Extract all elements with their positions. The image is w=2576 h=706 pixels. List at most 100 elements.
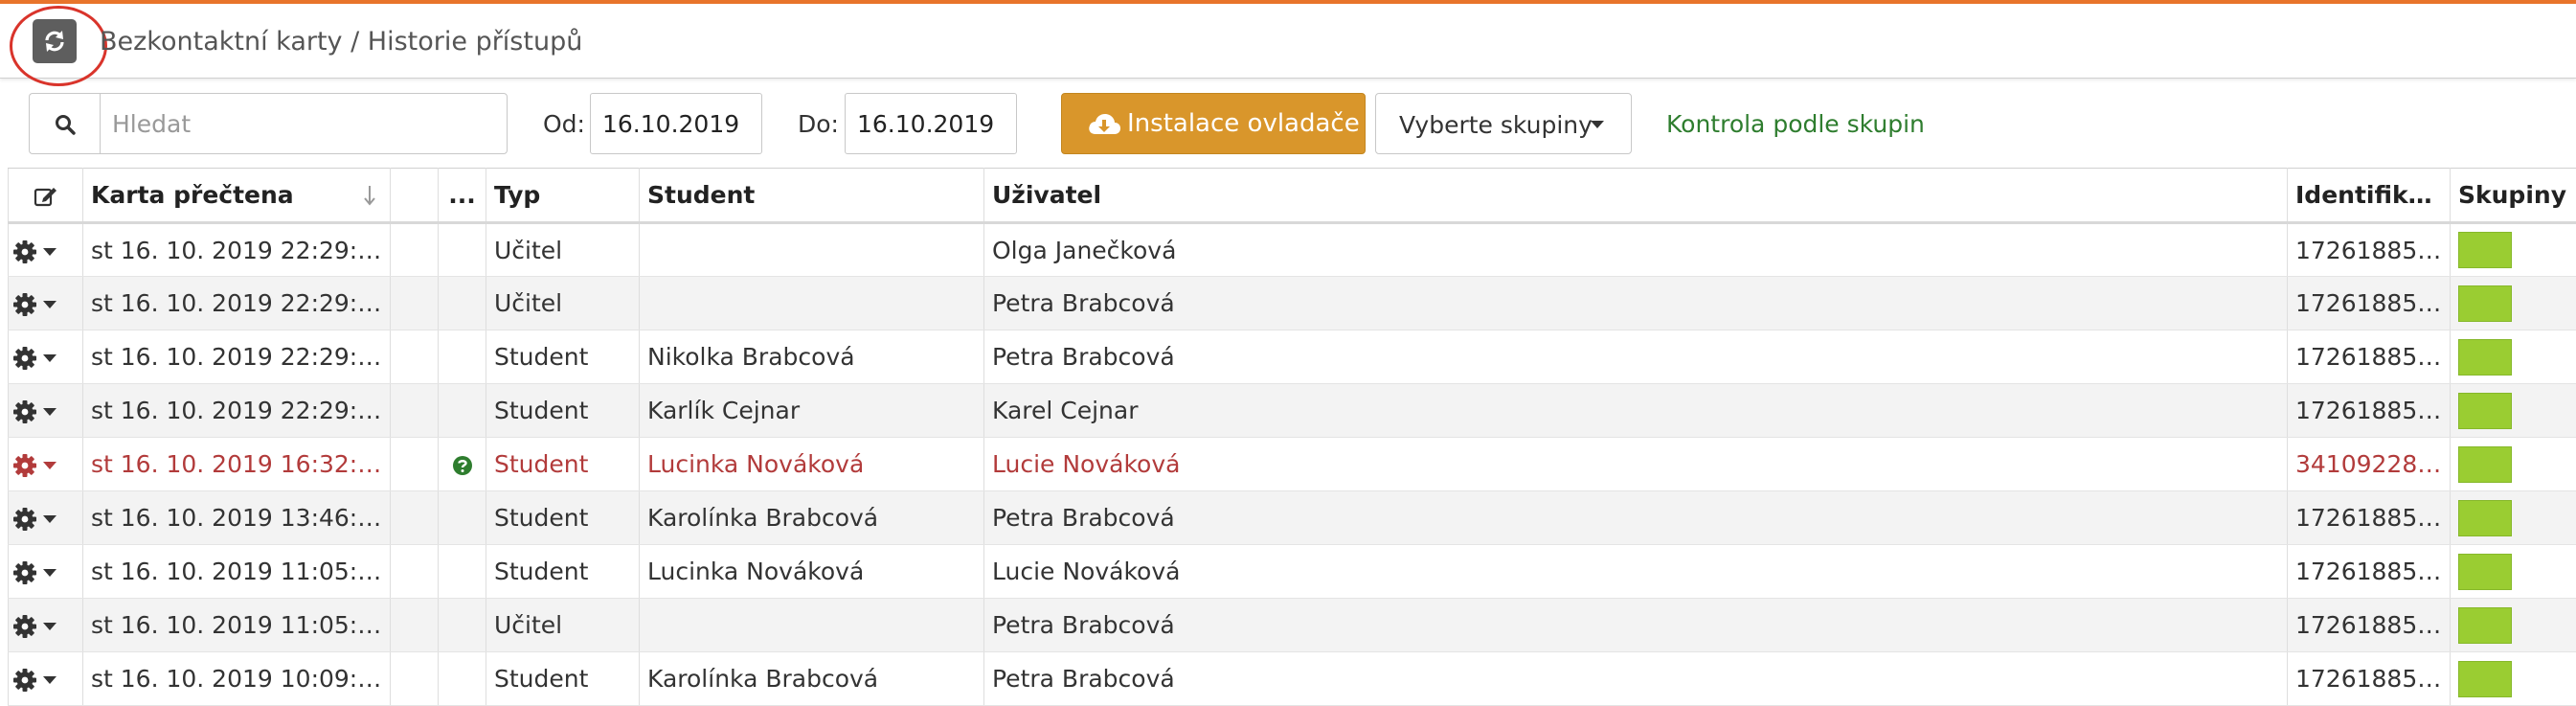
filter-toolbar: Od: Do: Instalace ovladače Vyberte skupi… [0,80,2576,168]
cell-ident: 1726188572 [2288,330,2451,384]
row-action-menu[interactable] [9,652,83,706]
group-select-dropdown[interactable]: Vyberte skupiny [1375,93,1632,154]
cell-ident: 1726188572 [2288,545,2451,599]
table-row[interactable]: st 16. 10. 2019 10:09:48 StudentKarolínka… [9,652,2576,706]
table-row[interactable]: st 16. 10. 2019 22:29:11UčitelPetra Brab… [9,277,2576,330]
cell-groups [2451,599,2576,652]
caret-down-icon [43,569,56,577]
cell-groups [2451,277,2576,330]
question-circle-icon[interactable] [452,455,473,476]
header-more[interactable]: ... [439,169,486,223]
cell-more [439,545,486,599]
table-row[interactable]: st 16. 10. 2019 13:46:32StudentKarolínka… [9,491,2576,545]
cell-student [640,599,984,652]
caret-down-icon [43,408,56,416]
cell-groups [2451,330,2576,384]
cell-ident: 1726188572 [2288,277,2451,330]
sort-down-arrow-icon[interactable] [363,185,376,206]
cell-groups [2451,491,2576,545]
table-row[interactable]: st 16. 10. 2019 22:29:07StudentNikolka B… [9,330,2576,384]
cell-ident: 1726188572 [2288,652,2451,706]
cell-user: Olga Janečková [984,223,2288,277]
cell-type: Student [486,330,640,384]
group-swatch [2458,393,2512,429]
row-action-menu[interactable] [9,277,83,330]
cell-more [439,384,486,438]
cell-type: Student [486,438,640,491]
cell-ident: 1726188572 [2288,384,2451,438]
cell-card-read: st 16. 10. 2019 13:46:32 [83,491,391,545]
header-blank [391,169,439,223]
app-window: Bezkontaktní karty / Historie přístupů O… [0,0,2576,695]
edit-column-header[interactable] [9,169,83,223]
search-button[interactable] [29,93,100,154]
cell-type: Učitel [486,599,640,652]
access-history-table: Karta přečtena ... Typ Student Uživatel … [8,168,2576,706]
to-label: Do: [798,110,839,138]
cell-groups [2451,223,2576,277]
group-check-link[interactable]: Kontrola podle skupin [1666,110,1925,138]
group-swatch [2458,661,2512,697]
cell-blank [391,384,439,438]
install-driver-button[interactable]: Instalace ovladače [1061,93,1366,154]
row-action-menu[interactable] [9,223,83,277]
gear-icon [12,292,37,317]
cell-more [439,652,486,706]
cell-ident: 1726188572 [2288,599,2451,652]
cell-student: Nikolka Brabcová [640,330,984,384]
table-row[interactable]: st 16. 10. 2019 22:29:04StudentKarlík Ce… [9,384,2576,438]
header-groups[interactable]: Skupiny [2451,169,2576,223]
cell-user: Karel Cejnar [984,384,2288,438]
gear-icon [12,560,37,585]
cell-blank [391,330,439,384]
cell-card-read: st 16. 10. 2019 16:32:37 [83,438,391,491]
header-student[interactable]: Student [640,169,984,223]
group-swatch [2458,607,2512,644]
header-ident[interactable]: Identifikač... [2288,169,2451,223]
from-date-input[interactable] [590,93,762,154]
cell-groups [2451,438,2576,491]
cell-card-read: st 16. 10. 2019 11:05:18 [83,599,391,652]
cell-blank [391,438,439,491]
cell-student: Lucinka Nováková [640,438,984,491]
cell-groups [2451,652,2576,706]
search-icon [55,114,76,135]
to-date-input[interactable] [845,93,1017,154]
cell-card-read: st 16. 10. 2019 22:29:04 [83,384,391,438]
row-action-menu[interactable] [9,545,83,599]
cell-blank [391,599,439,652]
row-action-menu[interactable] [9,384,83,438]
cell-student: Karolínka Brabcová [640,652,984,706]
install-driver-label: Instalace ovladače [1127,109,1360,138]
cell-more [439,491,486,545]
table-row[interactable]: st 16. 10. 2019 16:32:37 StudentLucinka N… [9,438,2576,491]
cell-more [439,599,486,652]
gear-icon [12,453,37,478]
row-action-menu[interactable] [9,491,83,545]
row-action-menu[interactable] [9,438,83,491]
cell-ident: 3410922866 [2288,438,2451,491]
caret-down-icon [43,354,56,362]
cell-blank [391,223,439,277]
table-header-row: Karta přečtena ... Typ Student Uživatel … [9,169,2576,223]
group-swatch [2458,554,2512,590]
table-row[interactable]: st 16. 10. 2019 11:05:22StudentLucinka N… [9,545,2576,599]
header-user[interactable]: Uživatel [984,169,2288,223]
caret-down-icon [43,676,56,684]
gear-icon [12,239,37,264]
cell-groups [2451,384,2576,438]
header-card-read[interactable]: Karta přečtena [83,169,391,223]
gear-icon [12,346,37,371]
table-row[interactable]: st 16. 10. 2019 11:05:18UčitelPetra Brab… [9,599,2576,652]
cell-groups [2451,545,2576,599]
cell-type: Student [486,652,640,706]
cell-card-read: st 16. 10. 2019 10:09:48 [83,652,391,706]
row-action-menu[interactable] [9,330,83,384]
cell-more [439,438,486,491]
search-input[interactable] [100,93,508,154]
cell-user: Petra Brabcová [984,652,2288,706]
header-type[interactable]: Typ [486,169,640,223]
group-swatch [2458,285,2512,322]
row-action-menu[interactable] [9,599,83,652]
table-row[interactable]: st 16. 10. 2019 22:29:13UčitelOlga Janeč… [9,223,2576,277]
